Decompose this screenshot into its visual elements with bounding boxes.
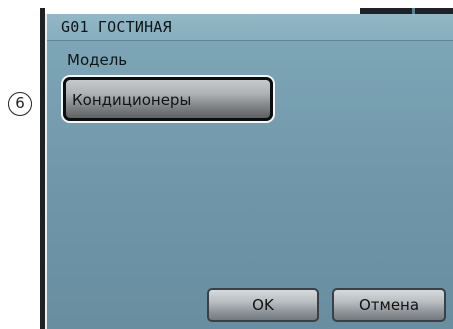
window-title: G01 ГОСТИНАЯ [61, 18, 172, 36]
model-section-label: Модель [67, 51, 128, 69]
screen-edge [45, 14, 47, 329]
cancel-button[interactable]: Отмена [332, 288, 446, 322]
model-option-button[interactable]: Кондиционеры [63, 77, 273, 121]
ok-button[interactable]: OK [207, 288, 319, 322]
callout-number-marker: 6 [8, 92, 32, 116]
lcd-screen: G01 ГОСТИНАЯ Модель Кондиционеры OK Отме… [45, 14, 453, 329]
device-display: G01 ГОСТИНАЯ Модель Кондиционеры OK Отме… [0, 0, 453, 329]
title-bar: G01 ГОСТИНАЯ [47, 14, 453, 41]
model-option-label: Кондиционеры [72, 91, 192, 109]
